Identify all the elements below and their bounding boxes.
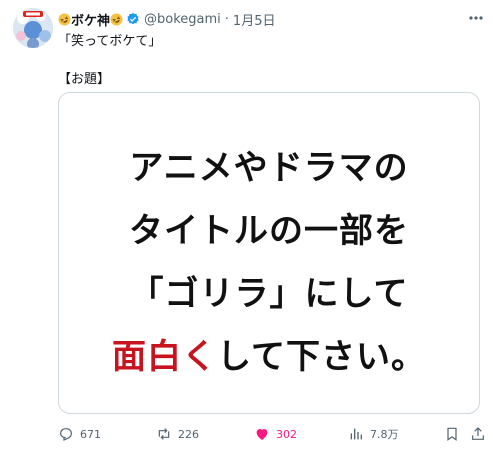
reply-icon [60,428,72,441]
like-count: 302 [276,427,297,441]
share-button[interactable] [470,424,492,444]
repost-count: 226 [178,427,199,441]
like-button[interactable]: 302 [254,424,297,444]
avatar[interactable] [13,8,53,48]
image-text-segment: して下さい。 [217,337,426,377]
reply-count: 671 [80,427,101,441]
verified-badge-icon [126,12,140,26]
repost-button[interactable]: 226 [156,424,199,444]
repost-icon [158,428,170,440]
image-text-line: 面白くして下さい。 [59,326,479,389]
view-count: 7.8万 [370,428,399,441]
image-text-segment: アニメやドラマの [129,148,409,188]
tweet-image[interactable]: アニメやドラマの タイトルの一部を 「ゴリラ」にして面白くして下さい。 [58,92,480,414]
highlighted-text: 面白く [112,337,217,377]
tweet-text: 「笑ってボケて」 【お題】 [58,34,162,87]
views-icon [350,428,362,440]
image-text-segment: 「ゴリラ」にして [129,274,409,314]
tweet-date[interactable]: 1月5日 [233,10,276,29]
image-text-line: アニメやドラマの [59,137,479,200]
image-text-segment: タイトルの一部を [129,211,409,251]
display-name[interactable]: ボケ神 [71,10,110,29]
image-text-line: タイトルの一部を [59,200,479,263]
rolling-on-floor-laughing-emoji [110,13,123,26]
heart-icon [256,429,268,440]
more-icon[interactable] [467,9,485,27]
reply-button[interactable]: 671 [58,424,101,444]
bookmark-icon [447,427,457,441]
views-button[interactable]: 7.8万 [348,424,399,444]
image-text-line: 「ゴリラ」にして [59,263,479,326]
share-icon [472,427,484,440]
rolling-on-floor-laughing-emoji [58,13,71,26]
tweet-header: ボケ神 @bokegami · 1月5日 [58,9,463,29]
image-text: アニメやドラマの タイトルの一部を 「ゴリラ」にして面白くして下さい。 [59,137,479,389]
action-bar: 671 226 302 7.8万 [58,424,488,444]
separator-dot: · [224,11,229,27]
user-handle[interactable]: @bokegami [144,12,221,27]
bookmark-button[interactable] [444,424,466,444]
